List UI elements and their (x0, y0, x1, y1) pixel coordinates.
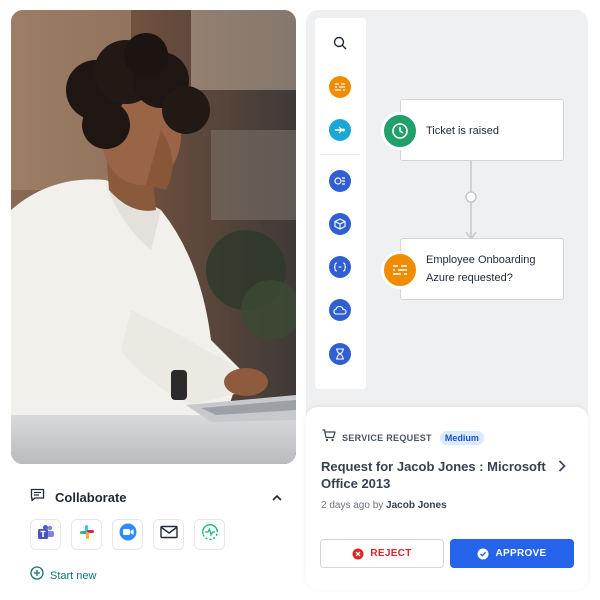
teams-button[interactable] (30, 519, 61, 550)
request-meta: 2 days ago by Jacob Jones (321, 500, 447, 511)
approve-button[interactable]: APPROVE (450, 539, 574, 568)
node-label-line-2: Azure requested? (426, 272, 513, 284)
plus-circle-icon (30, 566, 44, 585)
search-icon[interactable] (329, 32, 351, 54)
node-label-line-1: Employee Onboarding (426, 254, 536, 266)
slack-button[interactable] (71, 519, 102, 550)
request-card: SERVICE REQUEST Medium Request for Jacob… (306, 407, 588, 590)
requester-name: Jacob Jones (386, 500, 447, 511)
node-connector (465, 160, 477, 241)
cart-icon (322, 429, 336, 447)
priority-badge: Medium (439, 431, 484, 445)
palette-divider (321, 154, 360, 155)
check-circle-icon (477, 548, 489, 560)
zoom-icon (119, 523, 137, 546)
start-new-link[interactable]: Start new (30, 566, 96, 585)
mail-button[interactable] (153, 519, 184, 550)
reject-label: REJECT (370, 548, 412, 559)
webex-icon (201, 524, 219, 545)
webex-button[interactable] (194, 519, 225, 550)
collaborate-title: Collaborate (55, 489, 127, 505)
filter-icon (381, 251, 419, 289)
cloud-icon[interactable] (329, 299, 351, 321)
filter-icon[interactable] (329, 76, 351, 98)
chevron-up-icon[interactable] (268, 488, 286, 506)
box-icon[interactable] (329, 213, 351, 235)
clock-icon (381, 112, 419, 150)
collaborate-header: Collaborate (30, 486, 286, 508)
hero-photo (11, 10, 296, 464)
collaboration-apps (30, 519, 225, 550)
chevron-right-icon[interactable] (558, 459, 566, 477)
request-age: 2 days ago by (321, 500, 384, 511)
close-circle-icon (352, 548, 364, 560)
workflow-node-ticket[interactable]: Ticket is raised (400, 99, 564, 161)
node-label: Ticket is raised (426, 125, 499, 137)
queue-icon[interactable] (329, 170, 351, 192)
start-new-label: Start new (50, 569, 97, 582)
code-icon[interactable] (329, 256, 351, 278)
node-palette (315, 18, 366, 389)
request-type-label: SERVICE REQUEST (342, 433, 432, 443)
request-type: SERVICE REQUEST Medium (322, 429, 484, 447)
mail-icon (159, 525, 178, 544)
zoom-button[interactable] (112, 519, 143, 550)
hourglass-icon[interactable] (329, 343, 351, 365)
slack-icon (79, 524, 95, 545)
arrow-icon[interactable] (329, 119, 351, 141)
request-title[interactable]: Request for Jacob Jones : Microsoft Offi… (321, 458, 551, 492)
approve-label: APPROVE (495, 548, 547, 559)
teams-icon (37, 524, 55, 545)
chat-icon (30, 488, 45, 507)
reject-button[interactable]: REJECT (320, 539, 444, 568)
workflow-node-condition[interactable]: Employee Onboarding Azure requested? (400, 238, 564, 300)
